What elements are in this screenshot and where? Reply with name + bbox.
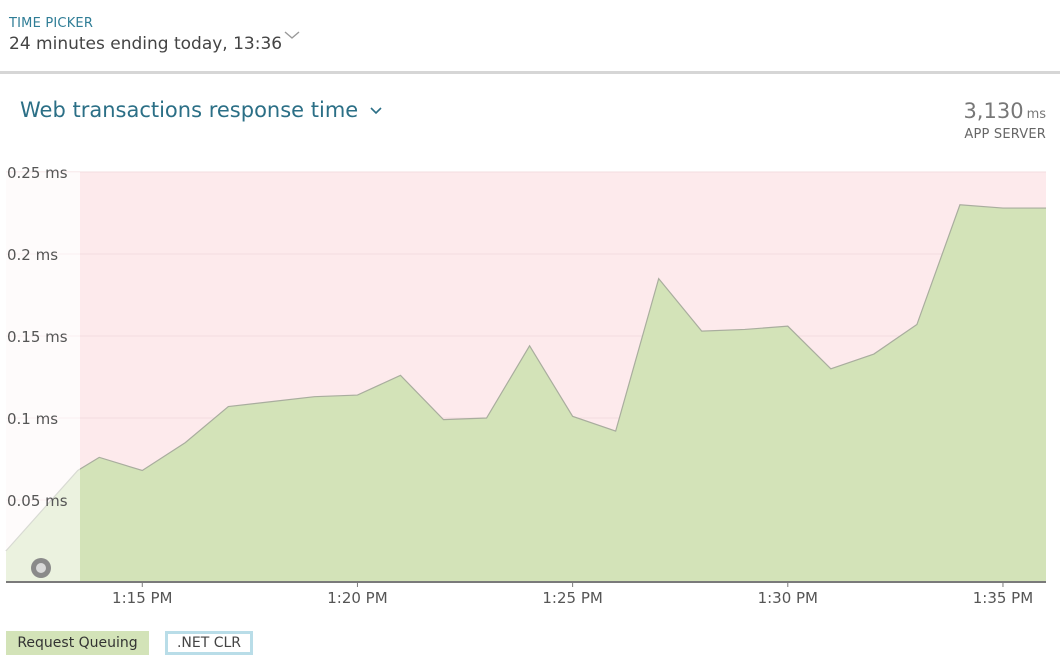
time-picker[interactable]: TIME PICKER 24 minutes ending today, 13:… — [0, 0, 1060, 71]
y-tick-label: 0.25 ms — [7, 164, 68, 182]
x-tick-label: 1:15 PM — [112, 589, 172, 607]
legend-net-clr[interactable]: .NET CLR — [165, 631, 253, 655]
x-tick-label: 1:20 PM — [327, 589, 387, 607]
y-tick-label: 0.05 ms — [7, 492, 68, 510]
y-tick-label: 0.1 ms — [7, 410, 58, 428]
chart-title[interactable]: Web transactions response time — [20, 98, 358, 122]
x-tick-label: 1:35 PM — [973, 589, 1033, 607]
chevron-down-icon[interactable] — [283, 28, 301, 42]
time-picker-label: TIME PICKER — [9, 16, 94, 31]
app-server-metric: 3,130 ms APP SERVER — [963, 99, 1046, 142]
response-time-chart: 0.25 ms 0.2 ms 0.15 ms 0.1 ms 0.05 ms 1:15 P… — [5, 164, 1046, 607]
x-tick-label: 1:25 PM — [542, 589, 602, 607]
header-divider — [0, 71, 1060, 74]
time-picker-value[interactable]: 24 minutes ending today, 13:36 — [9, 34, 282, 54]
chevron-down-icon[interactable] — [368, 105, 384, 117]
y-tick-label: 0.15 ms — [7, 328, 68, 346]
legend-request-queuing[interactable]: Request Queuing — [6, 631, 149, 655]
x-tick-label: 1:30 PM — [758, 589, 818, 607]
drag-handle-icon-inner — [36, 563, 46, 573]
metric-label: APP SERVER — [964, 127, 1046, 142]
y-tick-label: 0.2 ms — [7, 246, 58, 264]
partial-period-shade — [6, 172, 80, 582]
metric-unit: ms — [1026, 107, 1046, 122]
metric-value: 3,130 — [963, 99, 1024, 123]
